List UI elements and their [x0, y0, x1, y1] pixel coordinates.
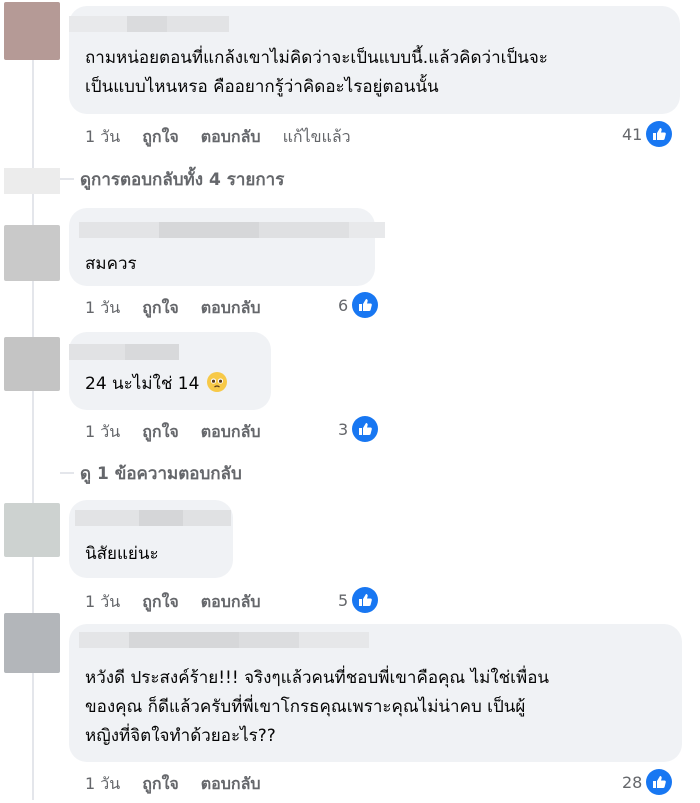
reply-connector [60, 178, 74, 180]
comment-timestamp[interactable]: 1 วัน [85, 125, 120, 147]
comment-actions: 1 วัน ถูกใจ ตอบกลับ [85, 296, 261, 318]
comment-text: หวังดี ประสงค์ร้าย!!! จริงๆแล้วคนที่ชอบพ… [85, 668, 550, 746]
reaction-count: 6 [338, 295, 349, 315]
reaction-count: 5 [338, 590, 349, 610]
view-more-replies-link[interactable]: ดูการตอบกลับทั้ง 4 รายการ [80, 166, 284, 193]
reply-button[interactable]: ตอบกลับ [201, 125, 261, 147]
thumbs-up-icon [352, 416, 379, 442]
avatar[interactable] [4, 613, 60, 673]
comment-bubble: 24 นะไม่ใช่ 14 [69, 332, 271, 410]
avatar[interactable] [4, 2, 60, 60]
comment-bubble: นิสัยแย่นะ [69, 500, 233, 578]
comment-actions: 1 วัน ถูกใจ ตอบกลับ [85, 590, 261, 612]
commenter-name-blurred[interactable] [69, 16, 229, 32]
reply-connector [60, 472, 74, 474]
comment-actions: 1 วัน ถูกใจ ตอบกลับ แก้ไขแล้ว [85, 125, 351, 147]
reply-button[interactable]: ตอบกลับ [201, 590, 261, 612]
thumbs-up-icon [646, 769, 673, 795]
comment-bubble: หวังดี ประสงค์ร้าย!!! จริงๆแล้วคนที่ชอบพ… [69, 624, 682, 762]
comment-bubble: ถามหน่อยตอนที่แกล้งเขาไม่คิดว่าจะเป็นแบบ… [69, 6, 680, 114]
comment-text: สมควร [85, 254, 137, 274]
comment-text: นิสัยแย่นะ [85, 544, 159, 564]
like-button[interactable]: ถูกใจ [142, 590, 179, 612]
pleading-face-emoji-icon [206, 372, 227, 392]
comment-actions: 1 วัน ถูกใจ ตอบกลับ [85, 420, 261, 442]
comment-timestamp[interactable]: 1 วัน [85, 590, 120, 612]
comment-actions: 1 วัน ถูกใจ ตอบกลับ [85, 772, 261, 794]
comment-timestamp[interactable]: 1 วัน [85, 420, 120, 442]
thumbs-up-icon [352, 292, 379, 318]
like-button[interactable]: ถูกใจ [142, 125, 179, 147]
reply-button[interactable]: ตอบกลับ [201, 420, 261, 442]
reply-button[interactable]: ตอบกลับ [201, 296, 261, 318]
reaction-summary[interactable]: 28 [622, 768, 673, 796]
avatar[interactable] [4, 337, 60, 391]
commenter-name-blurred[interactable] [79, 632, 369, 648]
reaction-count: 3 [338, 419, 349, 439]
reply-button[interactable]: ตอบกลับ [201, 772, 261, 794]
like-button[interactable]: ถูกใจ [142, 296, 179, 318]
avatar[interactable] [4, 225, 60, 281]
comment-timestamp[interactable]: 1 วัน [85, 296, 120, 318]
view-more-replies-link[interactable]: ดู 1 ข้อความตอบกลับ [80, 460, 242, 487]
reaction-count: 41 [622, 124, 643, 144]
edited-label: แก้ไขแล้ว [282, 127, 351, 146]
comment-timestamp[interactable]: 1 วัน [85, 772, 120, 794]
reaction-summary[interactable]: 6 [338, 291, 379, 319]
reaction-count: 28 [622, 772, 643, 792]
reaction-summary[interactable]: 5 [338, 586, 379, 614]
thumbs-up-icon [352, 587, 379, 613]
commenter-name-blurred[interactable] [69, 344, 179, 360]
avatar[interactable] [4, 168, 60, 194]
like-button[interactable]: ถูกใจ [142, 772, 179, 794]
comment-text: 24 นะไม่ใช่ 14 [85, 370, 257, 399]
like-button[interactable]: ถูกใจ [142, 420, 179, 442]
commenter-name-blurred[interactable] [75, 510, 231, 526]
commenter-name-blurred[interactable] [79, 222, 385, 238]
reaction-summary[interactable]: 3 [338, 415, 379, 443]
comment-text: ถามหน่อยตอนที่แกล้งเขาไม่คิดว่าจะเป็นแบบ… [85, 48, 548, 97]
comment-bubble: สมควร [69, 208, 385, 286]
avatar[interactable] [4, 503, 60, 557]
reaction-summary[interactable]: 41 [622, 120, 673, 148]
thumbs-up-icon [646, 121, 673, 147]
